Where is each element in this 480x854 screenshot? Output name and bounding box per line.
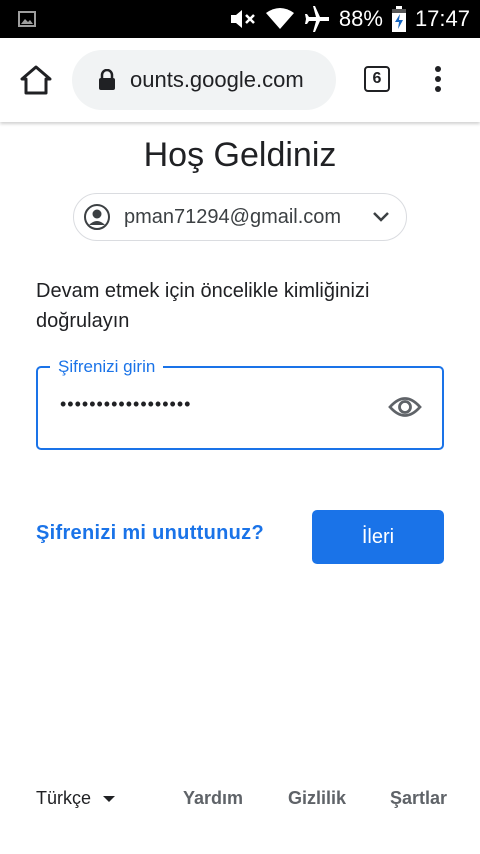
browser-toolbar: ounts.google.com 6 — [0, 38, 480, 122]
next-button[interactable]: İleri — [312, 510, 444, 564]
battery-percent: 88% — [338, 6, 383, 31]
language-label: Türkçe — [36, 788, 92, 808]
language-selector[interactable]: Türkçe — [36, 788, 116, 809]
account-email: pman71294@gmail.com — [124, 206, 342, 228]
home-button[interactable] — [18, 64, 54, 96]
verify-prompt: Devam etmek için öncelikle kimliğinizi d… — [36, 280, 370, 332]
wifi-icon — [265, 7, 295, 31]
clock: 17:47 — [414, 6, 470, 31]
page-title: Hoş Geldiniz — [143, 136, 337, 174]
privacy-link[interactable]: Gizlilik — [288, 788, 346, 809]
battery-charging-icon — [391, 6, 407, 32]
account-avatar-icon — [84, 204, 110, 230]
status-icons: 88% 17:47 — [229, 0, 470, 38]
overflow-menu-icon[interactable] — [430, 66, 446, 94]
status-bar: 88% 17:47 — [0, 0, 480, 38]
terms-link[interactable]: Şartlar — [390, 788, 447, 809]
dropdown-caret-icon — [103, 796, 116, 803]
show-password-icon[interactable] — [388, 394, 422, 420]
airplane-icon — [303, 6, 331, 32]
password-field[interactable]: Şifrenizi girin •••••••••••••••••• — [36, 356, 444, 450]
password-input[interactable]: •••••••••••••••••• — [60, 394, 191, 415]
password-label: Şifrenizi girin — [50, 356, 164, 378]
image-notification-icon — [18, 11, 36, 27]
tab-switcher-button[interactable]: 6 — [364, 66, 390, 92]
mute-icon — [229, 7, 257, 31]
help-link[interactable]: Yardım — [183, 788, 243, 809]
home-icon — [20, 65, 52, 95]
url-text: ounts.google.com — [130, 67, 304, 92]
account-chip[interactable]: pman71294@gmail.com — [73, 193, 407, 241]
forgot-password-link[interactable]: Şifrenizi mi unuttunuz? — [36, 522, 264, 545]
lock-icon — [98, 68, 116, 91]
address-bar[interactable]: ounts.google.com — [72, 50, 336, 110]
chevron-down-icon — [372, 210, 390, 224]
